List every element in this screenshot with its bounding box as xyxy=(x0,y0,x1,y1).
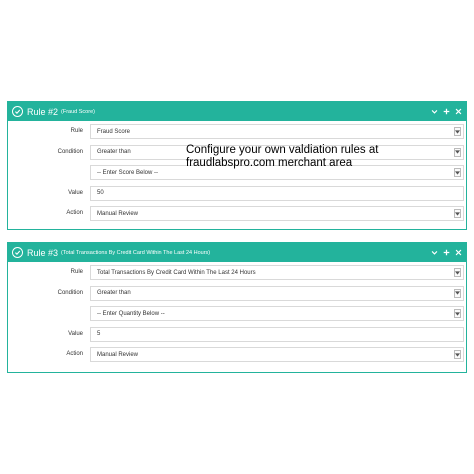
rule-row: Rule Fraud Score xyxy=(8,121,466,142)
promo-caption-line-2: fraudlabspro.com merchant area xyxy=(186,157,353,169)
action-row: Action Manual Review xyxy=(8,203,466,224)
plus-icon[interactable] xyxy=(443,108,450,115)
select-caret-icon[interactable] xyxy=(454,268,461,277)
condition-row: Condition Greater than xyxy=(8,283,466,304)
select-caret-icon[interactable] xyxy=(454,168,461,177)
close-icon[interactable] xyxy=(455,108,462,115)
check-circle-icon xyxy=(12,106,23,117)
select-caret-icon[interactable] xyxy=(454,147,461,157)
condition-select-value: Greater than xyxy=(97,149,131,155)
value-type-select-value: -- Enter Score Below -- xyxy=(97,169,159,176)
action-select[interactable]: Manual Review xyxy=(90,347,464,362)
rule-title: Rule #2 xyxy=(27,106,59,117)
plus-icon[interactable] xyxy=(443,249,450,256)
rule-title: Rule #3 xyxy=(27,247,59,258)
rule-select-value: Total Transactions By Credit Card Within… xyxy=(97,269,256,276)
condition-label: Condition xyxy=(57,289,83,296)
action-select-value: Manual Review xyxy=(97,210,139,217)
action-select[interactable]: Manual Review xyxy=(90,206,464,221)
promo-caption-line-1: Configure your own valdiation rules at xyxy=(186,144,379,156)
rule-select-value: Fraud Score xyxy=(97,128,131,135)
value-label: Value xyxy=(68,189,83,196)
rule-select[interactable]: Total Transactions By Credit Card Within… xyxy=(90,265,464,280)
rule-label: Rule xyxy=(70,269,83,275)
value-type-select-value: -- Enter Quantity Below -- xyxy=(97,310,165,317)
rule-label: Rule xyxy=(70,128,83,134)
value-input-text: 5 xyxy=(97,331,101,337)
rule-panel-header: Rule #2 (Fraud Score) xyxy=(8,102,466,121)
close-icon[interactable] xyxy=(455,249,462,256)
rule-panel-3: Rule #3 (Total Transactions By Credit Ca… xyxy=(7,242,467,373)
value-label: Value xyxy=(68,330,83,337)
select-caret-icon[interactable] xyxy=(454,209,461,218)
rule-select[interactable]: Fraud Score xyxy=(90,124,464,139)
select-caret-icon[interactable] xyxy=(454,350,461,359)
value-input-text: 50 xyxy=(97,190,104,196)
select-caret-icon[interactable] xyxy=(454,127,461,136)
select-caret-icon[interactable] xyxy=(454,309,461,318)
action-row: Action Manual Review xyxy=(8,344,466,365)
value-input[interactable]: 5 xyxy=(90,326,464,342)
condition-select-value: Greater than xyxy=(97,290,131,296)
value-row: Value 5 xyxy=(8,324,466,345)
promo-caption: Configure your own valdiation rules at f… xyxy=(186,144,378,170)
value-type-select[interactable]: -- Enter Quantity Below -- xyxy=(90,306,464,321)
action-label: Action xyxy=(66,210,83,216)
condition-label: Condition xyxy=(57,148,83,155)
rule-subtitle: (Total Transactions By Credit Card Withi… xyxy=(61,249,211,256)
value-row: Value 50 xyxy=(8,183,466,204)
select-caret-icon[interactable] xyxy=(454,288,461,298)
value-type-row: -- Enter Quantity Below -- xyxy=(8,303,466,324)
check-circle-icon xyxy=(12,247,23,258)
rule-row: Rule Total Transactions By Credit Card W… xyxy=(8,262,466,283)
action-select-value: Manual Review xyxy=(97,351,139,358)
value-input[interactable]: 50 xyxy=(90,185,464,201)
chevron-down-icon[interactable] xyxy=(431,249,438,256)
action-label: Action xyxy=(66,351,83,357)
rule-subtitle: (Fraud Score) xyxy=(61,108,95,115)
chevron-down-icon[interactable] xyxy=(431,108,438,115)
condition-select[interactable]: Greater than xyxy=(90,285,464,301)
rule-panel-header: Rule #3 (Total Transactions By Credit Ca… xyxy=(8,243,466,262)
